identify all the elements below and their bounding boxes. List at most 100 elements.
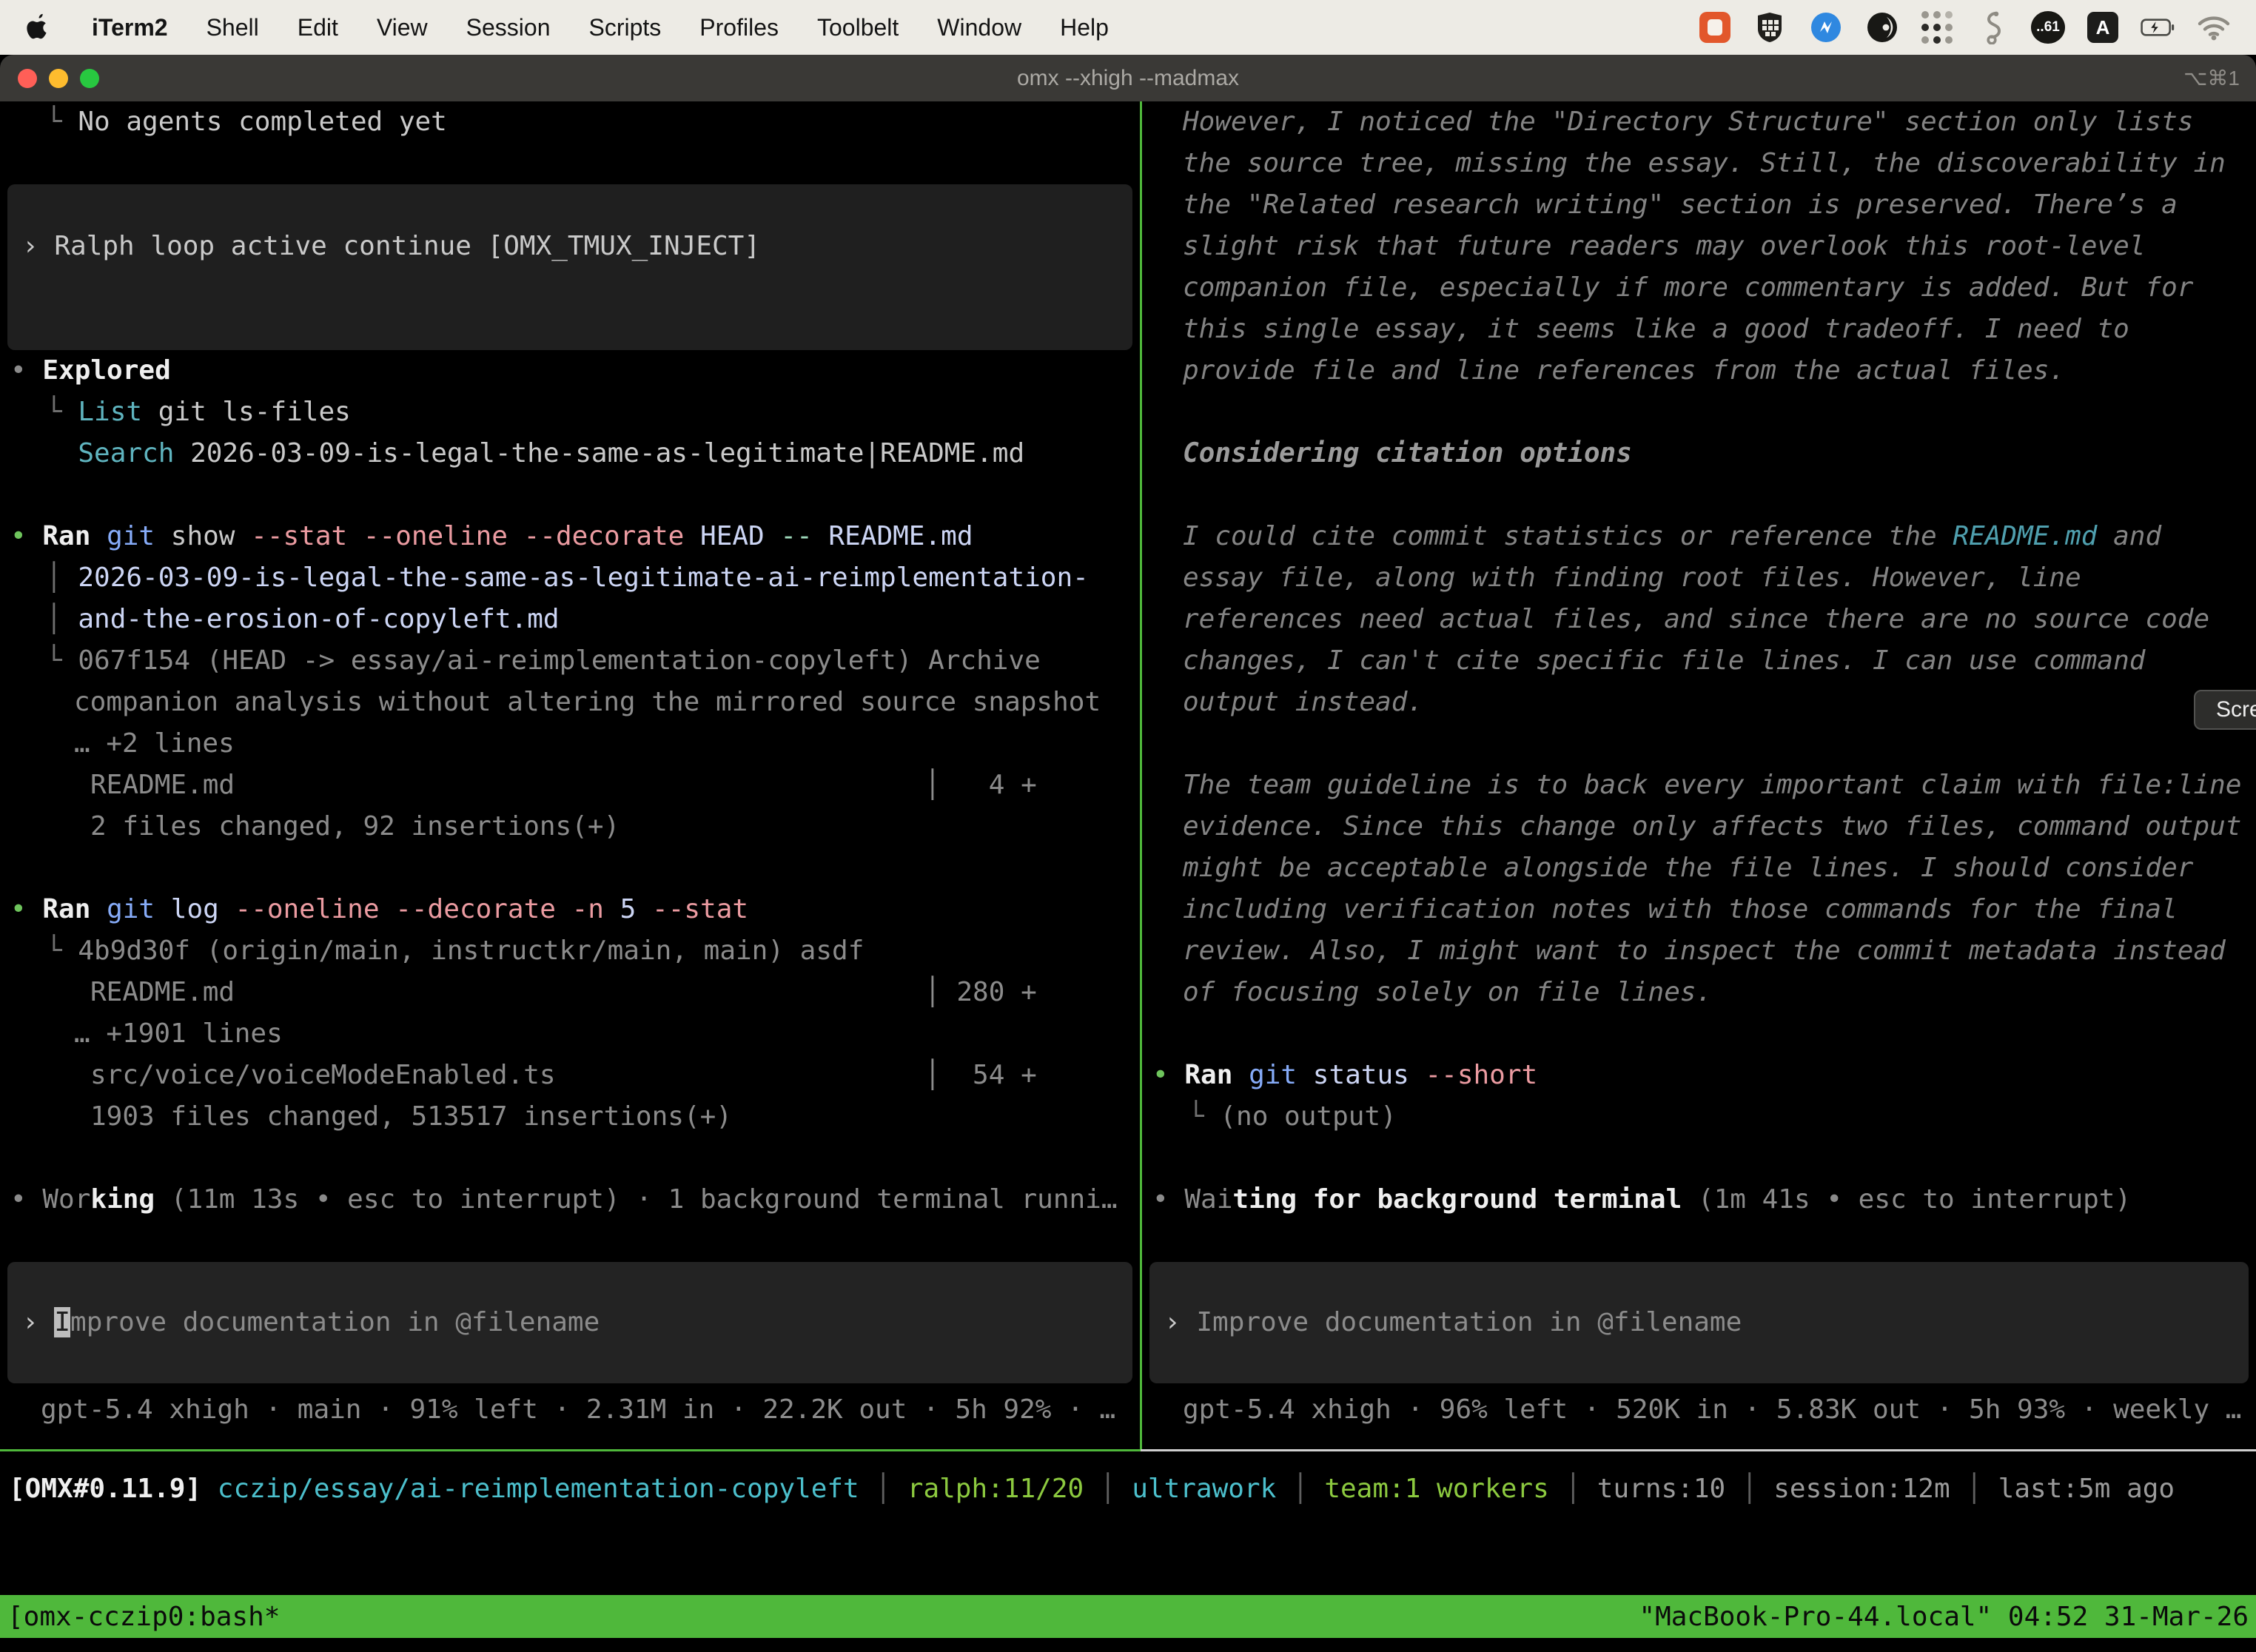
text-segment: HEAD bbox=[700, 521, 780, 551]
pie-circle-icon[interactable] bbox=[1865, 10, 1899, 44]
menu-item-scripts[interactable]: Scripts bbox=[588, 14, 661, 41]
text-segment: Explored bbox=[42, 355, 170, 386]
close-button[interactable] bbox=[18, 69, 37, 88]
text-segment: including verification notes with those … bbox=[1183, 894, 2178, 924]
text-segment: last:5m ago bbox=[1998, 1474, 2175, 1504]
text-segment: (11m 13s • esc to interrupt) · 1 backgro… bbox=[155, 1184, 1117, 1215]
window-titlebar: omx --xhigh --madmax ⌥⌘1 bbox=[0, 55, 2256, 101]
text-segment: README.md bbox=[1953, 521, 2097, 551]
text-segment: review. Also, I might want to inspect th… bbox=[1183, 936, 2226, 966]
text-segment: and-the-erosion-of-copyleft.md bbox=[78, 604, 559, 634]
wifi-icon[interactable] bbox=[2197, 10, 2231, 44]
text-segment bbox=[46, 438, 78, 469]
terminal-line: references need actual files, and since … bbox=[1142, 599, 2256, 640]
text-segment: Wai bbox=[1184, 1184, 1232, 1215]
terminal-line: However, I noticed the "Directory Struct… bbox=[1142, 101, 2256, 143]
text-segment: README.md │ 4 + bbox=[90, 770, 1037, 800]
text-segment bbox=[201, 1474, 218, 1504]
iterm2-window: omx --xhigh --madmax ⌥⌘1 └ No agents com… bbox=[0, 55, 2256, 1652]
text-segment: --stat bbox=[652, 894, 748, 924]
terminal-line: README.md │ 4 + bbox=[0, 765, 1140, 806]
prompt-input[interactable]: › Improve documentation in @filename bbox=[1149, 1262, 2249, 1383]
terminal-blank-line bbox=[1142, 723, 2256, 765]
dots-grid-icon[interactable] bbox=[1921, 10, 1953, 44]
terminal-line: • Ran git log --oneline --decorate -n 5 … bbox=[0, 889, 1140, 930]
text-segment: the source tree, missing the essay. Stil… bbox=[1183, 148, 2226, 178]
text-segment: (no output) bbox=[1220, 1101, 1396, 1132]
text-segment: --oneline --decorate bbox=[235, 894, 571, 924]
pane-border-bottom-active bbox=[0, 1449, 1141, 1451]
text-segment: └ bbox=[46, 645, 78, 676]
terminal-line: of focusing solely on file lines. bbox=[1142, 972, 2256, 1013]
terminal-line: evidence. Since this change only affects… bbox=[1142, 806, 2256, 847]
tmux-session-window-label[interactable]: [omx-cczip0:bash* bbox=[7, 1602, 280, 1632]
terminal-line: Considering citation options bbox=[1142, 433, 2256, 474]
text-segment: show bbox=[171, 521, 251, 551]
text-segment: • bbox=[1152, 1060, 1184, 1090]
prompt-input[interactable]: › Improve documentation in @filename bbox=[7, 1262, 1132, 1383]
menu-item-window[interactable]: Window bbox=[937, 14, 1021, 41]
text-segment: │ bbox=[1276, 1474, 1324, 1504]
text-segment: log bbox=[171, 894, 235, 924]
text-segment: gpt-5.4 xhigh · 96% left · 520K in · 5.8… bbox=[1183, 1394, 2241, 1425]
chat-app-icon[interactable] bbox=[1699, 12, 1730, 43]
terminal-blank-line bbox=[1142, 1138, 2256, 1179]
text-segment: … +2 lines bbox=[74, 728, 235, 759]
blue-badge-icon[interactable] bbox=[1809, 10, 1843, 44]
menu-status-icons: ..61 A bbox=[1699, 10, 2231, 44]
s-hook-icon[interactable] bbox=[1975, 10, 2009, 44]
terminal-line: The team guideline is to back every impo… bbox=[1142, 765, 2256, 806]
text-segment: companion file, especially if more comme… bbox=[1183, 272, 2193, 303]
terminal-line: essay file, along with finding root file… bbox=[1142, 557, 2256, 599]
text-segment: Considering citation options bbox=[1183, 438, 1632, 469]
terminal-blank-line bbox=[1142, 1220, 2256, 1262]
terminal-blank-line bbox=[0, 1138, 1140, 1179]
terminal-line: • Ran git show --stat --oneline --decora… bbox=[0, 516, 1140, 557]
menu-item-toolbelt[interactable]: Toolbelt bbox=[817, 14, 899, 41]
terminal-line: └ No agents completed yet bbox=[0, 101, 1140, 143]
text-segment: │ bbox=[1549, 1474, 1597, 1504]
terminal-line: gpt-5.4 xhigh · 96% left · 520K in · 5.8… bbox=[1142, 1389, 2256, 1431]
text-segment: git bbox=[107, 894, 171, 924]
text-segment: The team guideline is to back every impo… bbox=[1183, 770, 2241, 800]
text-segment: 2026-03-09-is-legal-the-same-as-legitima… bbox=[78, 563, 1088, 593]
menu-item-session[interactable]: Session bbox=[466, 14, 551, 41]
tmux-pane-left[interactable]: └ No agents completed yet› Ralph loop ac… bbox=[0, 101, 1140, 1449]
menu-item-profiles[interactable]: Profiles bbox=[699, 14, 779, 41]
terminal-line: might be acceptable alongside the file l… bbox=[1142, 847, 2256, 889]
shield-grid-icon[interactable] bbox=[1753, 10, 1787, 44]
battery-icon[interactable] bbox=[2141, 10, 2175, 44]
zoom-button[interactable] bbox=[80, 69, 99, 88]
pane-border-bottom-inactive bbox=[1141, 1449, 2256, 1451]
terminal-line: └ 4b9d30f (origin/main, instructkr/main,… bbox=[0, 930, 1140, 972]
terminal-blank-line bbox=[0, 474, 1140, 516]
text-segment: └ bbox=[46, 107, 78, 137]
text-segment: │ bbox=[1725, 1474, 1773, 1504]
a-square-icon[interactable]: A bbox=[2087, 12, 2118, 43]
menu-item-shell[interactable]: Shell bbox=[207, 14, 259, 41]
terminal-line: README.md │ 280 + bbox=[0, 972, 1140, 1013]
text-segment: cczip/essay/ai-reimplementation-copyleft bbox=[218, 1474, 859, 1504]
menu-item-help[interactable]: Help bbox=[1060, 14, 1109, 41]
apple-logo-icon[interactable] bbox=[25, 11, 55, 44]
text-segment: 2026-03-09-is-legal-the-same-as-legitima… bbox=[174, 438, 1024, 469]
text-segment: team:1 workers bbox=[1324, 1474, 1548, 1504]
menu-item-view[interactable]: View bbox=[377, 14, 428, 41]
text-segment: mprove documentation in @filename bbox=[70, 1307, 600, 1337]
terminal-line: [OMX#0.11.9] cczip/essay/ai-reimplementa… bbox=[0, 1468, 2256, 1510]
text-segment: the "Related research writing" section i… bbox=[1183, 189, 2178, 220]
terminal-line: └ (no output) bbox=[1142, 1096, 2256, 1138]
menu-item-iterm2[interactable]: iTerm2 bbox=[92, 14, 168, 41]
text-segment: • bbox=[10, 355, 42, 386]
text-segment: companion analysis without altering the … bbox=[74, 687, 1101, 717]
menu-item-edit[interactable]: Edit bbox=[298, 14, 338, 41]
terminal-blank-line bbox=[0, 143, 1140, 184]
minimize-button[interactable] bbox=[49, 69, 68, 88]
terminal-line: └ 067f154 (HEAD -> essay/ai-reimplementa… bbox=[0, 640, 1140, 682]
tmux-pane-right[interactable]: However, I noticed the "Directory Struct… bbox=[1142, 101, 2256, 1449]
text-segment: might be acceptable alongside the file l… bbox=[1183, 853, 2193, 883]
terminal-line: • Waiting for background terminal (1m 41… bbox=[1142, 1179, 2256, 1220]
battery-percent-badge[interactable]: ..61 bbox=[2031, 11, 2065, 44]
text-segment: • bbox=[10, 1184, 42, 1215]
text-segment: › bbox=[1164, 1307, 1196, 1337]
